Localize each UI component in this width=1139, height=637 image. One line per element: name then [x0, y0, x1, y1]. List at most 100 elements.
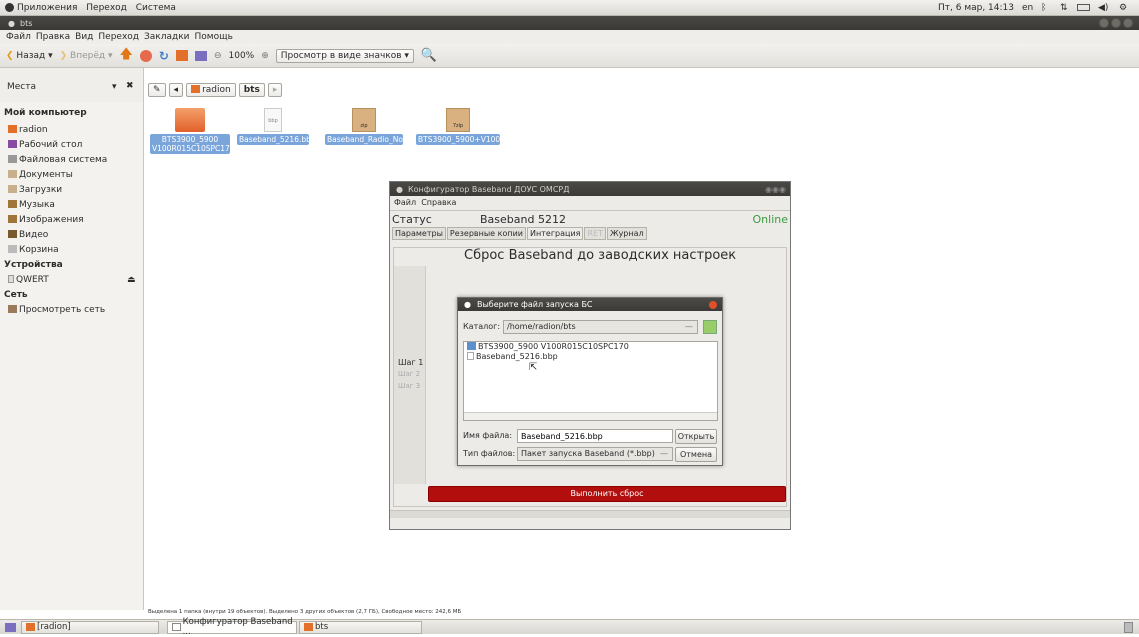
network-icon: [8, 305, 17, 313]
network-icon[interactable]: ⇅: [1060, 3, 1068, 13]
filename-input[interactable]: [517, 429, 673, 443]
up-icon[interactable]: 🡅: [120, 45, 133, 67]
view-mode-select[interactable]: Просмотр в виде значков ▾: [275, 48, 414, 63]
menu-places[interactable]: Переход: [86, 3, 127, 13]
file-list-item[interactable]: BTS3900_5900 V100R015C10SPC170: [464, 342, 717, 352]
file-item[interactable]: 7zip BTS3900_5900+V100R015C10SPC210_ALL(…: [416, 108, 631, 145]
sidebar-item-browse-network[interactable]: Просмотреть сеть: [0, 303, 143, 318]
sidebar-item-filesystem[interactable]: Файловая система: [0, 153, 143, 168]
edit-location-icon[interactable]: ✎: [148, 83, 166, 97]
clock[interactable]: Пт, 6 мар, 14:13: [938, 3, 1014, 13]
stop-icon[interactable]: [139, 49, 152, 62]
reload-icon[interactable]: ↻: [159, 49, 169, 63]
sidebar-heading-devices: Устройства: [4, 260, 63, 270]
computer-icon[interactable]: [194, 50, 207, 61]
step-1[interactable]: Шаг 1: [398, 358, 423, 367]
tab-log[interactable]: Журнал: [606, 227, 647, 240]
places-dropdown-icon[interactable]: ▾: [112, 82, 117, 92]
task-label: [radion]: [37, 622, 71, 632]
menu-system[interactable]: Система: [136, 3, 176, 13]
menu-go[interactable]: Переход: [98, 32, 139, 42]
directory-select[interactable]: /home/radion/bts —: [503, 320, 698, 334]
battery-icon[interactable]: [1077, 4, 1090, 11]
path-button-home[interactable]: radion: [186, 83, 236, 97]
menu-help[interactable]: Справка: [421, 198, 456, 207]
task-radion[interactable]: [radion]: [21, 620, 159, 634]
maximize-button[interactable]: [1111, 18, 1121, 28]
path-current-label: bts: [243, 85, 260, 95]
file-chooser-title-bar: ● Выберите файл запуска БС: [458, 298, 722, 311]
menu-view[interactable]: Вид: [75, 32, 93, 42]
power-icon[interactable]: ⚙: [1119, 3, 1127, 13]
file-list: BTS3900_5900 V100R015C10SPC170 Baseband_…: [463, 341, 718, 421]
menu-bookmarks[interactable]: Закладки: [144, 32, 190, 42]
close-sidebar-icon[interactable]: ✖: [126, 81, 134, 91]
tab-backups[interactable]: Резервные копии: [446, 227, 527, 240]
open-button[interactable]: Открыть: [675, 429, 717, 444]
tab-integration[interactable]: Интеграция: [527, 227, 584, 240]
tab-parameters[interactable]: Параметры: [392, 227, 446, 240]
window-menu-icon[interactable]: ●: [8, 19, 15, 28]
sidebar-item-label: Рабочий стол: [19, 140, 83, 150]
file-list-item[interactable]: Baseband_5216.bbp: [464, 352, 717, 362]
menu-file[interactable]: Файл: [394, 198, 416, 207]
sidebar-item-label: Документы: [19, 170, 73, 180]
close-icon[interactable]: [709, 300, 717, 309]
keyboard-layout[interactable]: en: [1022, 3, 1033, 13]
show-desktop-icon[interactable]: [5, 622, 16, 632]
task-configurator[interactable]: Конфигуратор Baseband ...: [167, 617, 297, 637]
sidebar-item-label: Изображения: [19, 215, 84, 225]
window-menu-icon[interactable]: ●: [464, 300, 471, 309]
forward-button[interactable]: ❯ Вперёд ▾: [60, 51, 113, 61]
sidebar-item-desktop[interactable]: Рабочий стол: [0, 138, 143, 153]
sidebar-item-pictures[interactable]: Изображения: [0, 213, 143, 228]
menu-file[interactable]: Файл: [6, 32, 31, 42]
home-icon[interactable]: [175, 50, 188, 61]
top-menus: Приложения Переход Система: [17, 3, 182, 13]
trash-icon[interactable]: [1124, 621, 1133, 633]
menu-applications[interactable]: Приложения: [17, 3, 77, 13]
back-button[interactable]: ❮ Назад ▾: [6, 51, 53, 61]
bottom-strip: [390, 510, 790, 518]
search-icon[interactable]: 🔍: [421, 48, 437, 63]
sidebar-item-downloads[interactable]: Загрузки: [0, 183, 143, 198]
path-right-arrow-icon[interactable]: ▸: [267, 83, 283, 97]
menu-edit[interactable]: Правка: [36, 32, 70, 42]
path-button-current[interactable]: bts: [238, 83, 265, 97]
home-folder-icon: [8, 125, 17, 133]
filename-label: Имя файла:: [463, 431, 513, 440]
window-menu-icon[interactable]: ●: [396, 185, 403, 194]
sidebar-item-music[interactable]: Музыка: [0, 198, 143, 213]
menu-help[interactable]: Помощь: [195, 32, 233, 42]
file-item[interactable]: BTS3900_5900 V100R015C10SPC170: [150, 108, 235, 154]
downloads-folder-icon: [8, 185, 17, 193]
file-item[interactable]: bbp Baseband_5216.bbp: [237, 108, 316, 145]
sidebar-item-label: radion: [19, 125, 48, 135]
ubuntu-logo-icon[interactable]: [5, 3, 14, 12]
eject-icon[interactable]: ⏏: [127, 273, 136, 288]
bluetooth-icon[interactable]: ᛒ: [1041, 3, 1046, 13]
forward-arrow-icon: ❯: [59, 50, 68, 61]
sidebar-item-label: QWERT: [16, 275, 49, 285]
new-folder-icon[interactable]: [703, 320, 717, 334]
path-left-arrow-icon[interactable]: ◂: [168, 83, 184, 97]
minimize-button[interactable]: [1099, 18, 1109, 28]
execute-reset-button[interactable]: Выполнить сброс: [428, 486, 786, 502]
zoom-out-icon[interactable]: ⊖: [214, 51, 222, 61]
places-label[interactable]: Места: [7, 82, 36, 92]
trash-icon: [8, 245, 17, 253]
filetype-select[interactable]: Пакет запуска Baseband (*.bbp) —: [517, 447, 673, 461]
sidebar-item-trash[interactable]: Корзина: [0, 243, 143, 258]
cancel-button[interactable]: Отмена: [675, 447, 717, 462]
zoom-in-icon[interactable]: ⊕: [261, 51, 269, 61]
file-item[interactable]: zip Baseband_Radio_Node_CXP9024418_6_R60…: [325, 108, 519, 145]
sidebar-item-documents[interactable]: Документы: [0, 168, 143, 183]
task-bts[interactable]: bts: [299, 620, 422, 634]
horizontal-scrollbar[interactable]: [464, 412, 717, 420]
sidebar-item-qwert[interactable]: QWERT ⏏: [0, 273, 143, 288]
sidebar-item-radion[interactable]: radion: [0, 123, 143, 138]
sidebar-item-videos[interactable]: Видео: [0, 228, 143, 243]
window-controls: ◉◉◉: [765, 184, 786, 194]
close-button[interactable]: [1123, 18, 1133, 28]
volume-icon[interactable]: ◀): [1098, 3, 1108, 13]
